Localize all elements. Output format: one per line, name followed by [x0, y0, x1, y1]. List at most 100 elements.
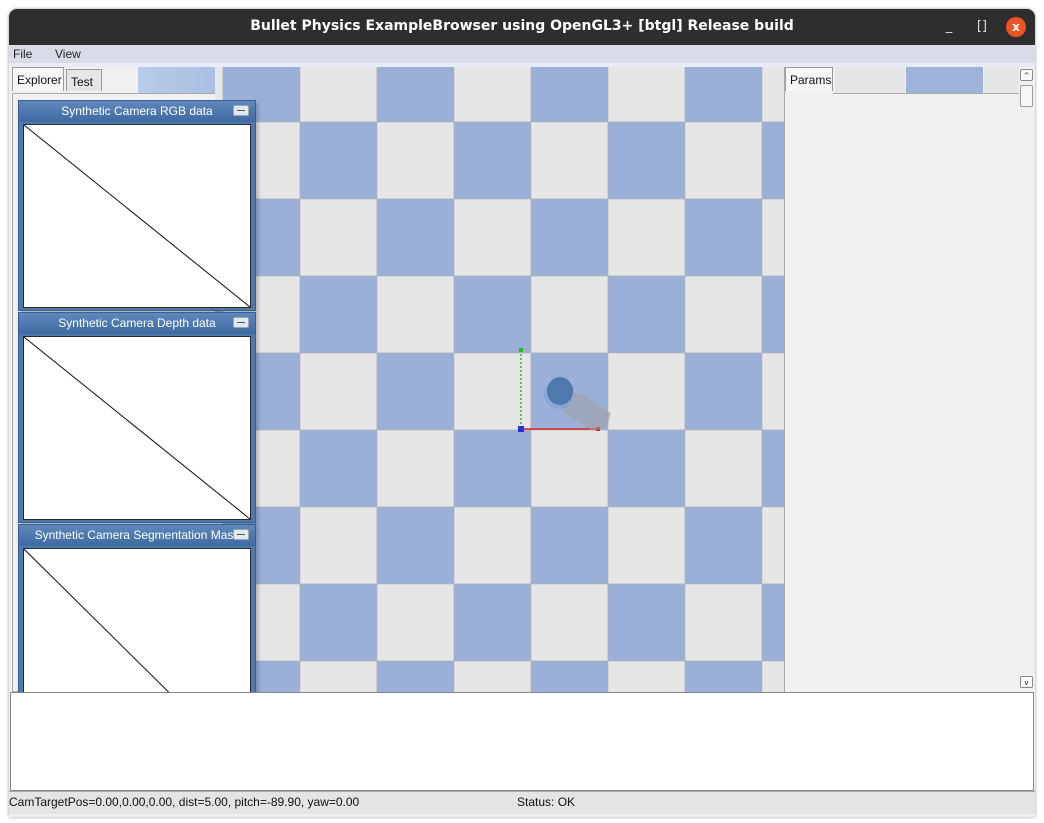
title-bar[interactable]: Bullet Physics ExampleBrowser using Open… [9, 9, 1035, 45]
floor-tile [761, 352, 784, 431]
camera-depth-view [23, 336, 251, 520]
menu-view[interactable]: View [55, 47, 81, 61]
status-bar: CamTargetPos=0.00,0.00,0.00, dist=5.00, … [9, 791, 1035, 814]
floor-tile [607, 121, 686, 200]
floor-tile [684, 121, 763, 200]
floor-tile [530, 660, 609, 692]
minimize-icon[interactable] [233, 105, 249, 116]
window-title: Bullet Physics ExampleBrowser using Open… [250, 18, 794, 34]
origin-marker [518, 426, 524, 432]
floor-tile [530, 121, 609, 200]
floor-tile [607, 198, 686, 277]
vertical-scrollbar[interactable]: ^ v [1019, 67, 1035, 692]
empty-image-placeholder [23, 124, 251, 308]
menu-bar: File View [9, 45, 1035, 63]
floor-tile [684, 352, 763, 431]
floor-tile [453, 506, 532, 585]
tab-params[interactable]: Params [785, 67, 833, 91]
camera-rgb-title[interactable]: Synthetic Camera RGB data [19, 101, 255, 122]
floor-tile [376, 275, 455, 354]
floor-tile [453, 275, 532, 354]
floor-tile [299, 583, 378, 662]
tab-explorer[interactable]: Explorer [12, 67, 64, 91]
floor-tile [684, 275, 763, 354]
floor-tile [376, 429, 455, 508]
floor-tile [376, 198, 455, 277]
menu-file[interactable]: File [13, 47, 32, 61]
floor-tile [376, 583, 455, 662]
camera-depth-window[interactable]: Synthetic Camera Depth data [18, 312, 256, 523]
floor-tile [761, 429, 784, 508]
floor-tile [376, 352, 455, 431]
floor-tile [684, 429, 763, 508]
y-axis-endpoint [519, 348, 523, 352]
floor-tile [761, 660, 784, 692]
floor-tile [299, 67, 378, 123]
minimize-icon[interactable]: _ [939, 17, 959, 37]
floor-tile [530, 583, 609, 662]
camera-depth-title[interactable]: Synthetic Camera Depth data [19, 313, 255, 334]
floor-tile [376, 660, 455, 692]
floor-tile [453, 198, 532, 277]
params-panel [784, 67, 1020, 692]
close-icon[interactable]: x [1006, 17, 1026, 37]
params-tab-spacer-2 [984, 67, 1020, 93]
floor-tile [453, 352, 532, 431]
floor-tile [376, 67, 455, 123]
floor-tile [376, 121, 455, 200]
scroll-thumb[interactable] [1020, 85, 1033, 107]
floor-tile [684, 506, 763, 585]
floor-tile [607, 583, 686, 662]
floor-tile [684, 660, 763, 692]
camera-rgb-window[interactable]: Synthetic Camera RGB data [18, 100, 256, 311]
floor-tile [607, 429, 686, 508]
minimize-icon[interactable] [233, 529, 249, 540]
maximize-icon[interactable]: [] [972, 17, 992, 37]
scene-canvas[interactable] [215, 67, 784, 692]
camera-rgb-view [23, 124, 251, 308]
params-tab-divider [833, 93, 1020, 94]
scroll-down-icon[interactable]: v [1020, 676, 1033, 688]
floor-tile [299, 429, 378, 508]
status-text: Status: OK [517, 795, 576, 809]
3d-viewport[interactable] [215, 67, 784, 692]
floor-tile [453, 121, 532, 200]
floor-tile [607, 275, 686, 354]
cylinder-object [547, 377, 573, 405]
checkerboard-floor [215, 67, 784, 692]
camera-segmentation-title[interactable]: Synthetic Camera Segmentation Mask [19, 525, 255, 546]
floor-tile [376, 506, 455, 585]
floor-tile [607, 67, 686, 123]
floor-tile [530, 429, 609, 508]
floor-tile [299, 506, 378, 585]
floor-tile [530, 67, 609, 123]
floor-tile [684, 67, 763, 123]
floor-tile [607, 660, 686, 692]
floor-tile [761, 506, 784, 585]
params-tab-spacer [835, 67, 905, 93]
app-window: Bullet Physics ExampleBrowser using Open… [9, 9, 1035, 817]
scroll-up-icon[interactable]: ^ [1020, 69, 1033, 81]
floor-tile [299, 660, 378, 692]
minimize-icon[interactable] [233, 317, 249, 328]
floor-tile [761, 67, 784, 123]
floor-tile [453, 660, 532, 692]
floor-tile [684, 583, 763, 662]
floor-tile [299, 198, 378, 277]
console-output[interactable] [10, 692, 1034, 791]
tab-test[interactable]: Test [66, 69, 102, 91]
floor-tile [299, 121, 378, 200]
floor-tile [607, 352, 686, 431]
camera-status-text: CamTargetPos=0.00,0.00,0.00, dist=5.00, … [9, 795, 360, 809]
floor-tile [299, 275, 378, 354]
floor-tile [453, 583, 532, 662]
floor-tile [684, 198, 763, 277]
floor-tile [299, 352, 378, 431]
tab-bar-highlight [138, 67, 215, 93]
floor-tile [530, 506, 609, 585]
floor-tile [530, 275, 609, 354]
params-tab-highlight [906, 67, 983, 93]
empty-image-placeholder [23, 336, 251, 520]
floor-tile [530, 198, 609, 277]
floor-tile [761, 583, 784, 662]
